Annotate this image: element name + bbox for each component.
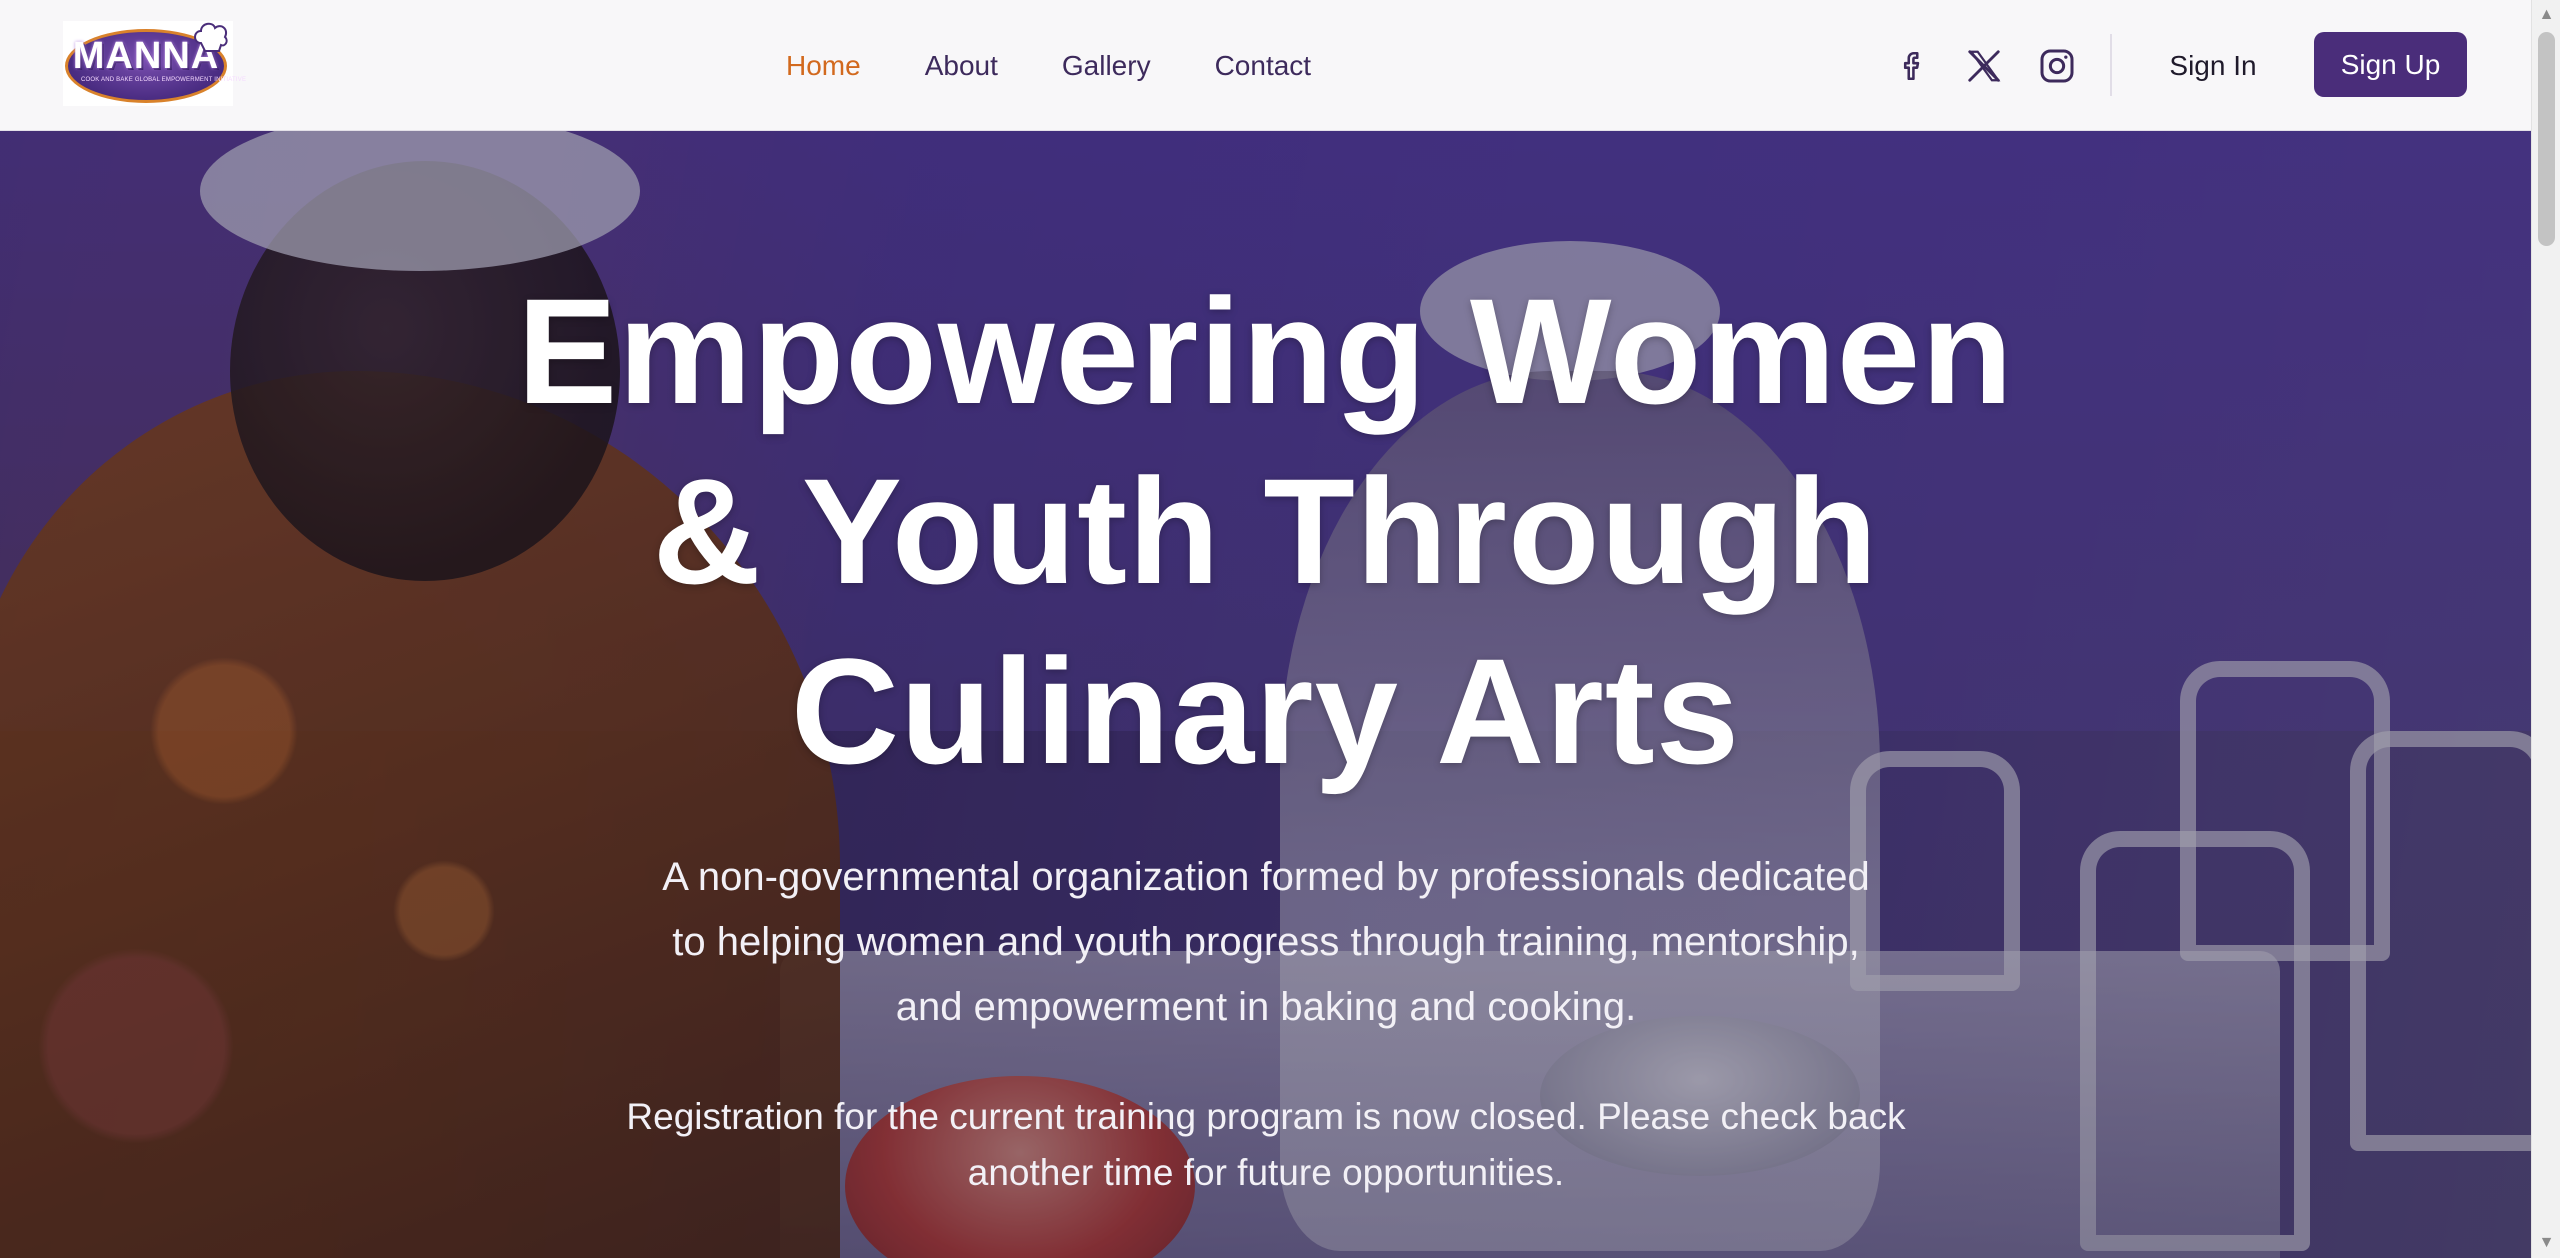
scrollbar-thumb[interactable] xyxy=(2538,32,2555,246)
instagram-icon[interactable] xyxy=(2035,44,2079,88)
navbar: MANNA COOK AND BAKE GLOBAL EMPOWERMENT I… xyxy=(0,0,2531,131)
logo-tagline: COOK AND BAKE GLOBAL EMPOWERMENT INITIAT… xyxy=(81,77,247,83)
hero-title-line: & Youth Through xyxy=(652,447,1879,615)
scroll-down-arrow-icon[interactable]: ▼ xyxy=(2532,1230,2560,1256)
nav-home[interactable]: Home xyxy=(786,46,861,86)
hero-title-line: Empowering Women xyxy=(517,267,2014,435)
facebook-icon[interactable] xyxy=(1891,44,1935,88)
nav-contact[interactable]: Contact xyxy=(1215,46,1312,86)
hero-section: Empowering Women & Youth Through Culinar… xyxy=(0,131,2531,1258)
registration-notice-line: Registration for the current training pr… xyxy=(626,1096,1906,1137)
hero-subtitle-line: A non-governmental organization formed b… xyxy=(662,855,1870,899)
chef-hat-icon xyxy=(194,22,228,52)
sign-up-button[interactable]: Sign Up xyxy=(2314,32,2467,97)
vertical-scrollbar[interactable]: ▲ ▼ xyxy=(2531,0,2560,1258)
main-nav: Home About Gallery Contact xyxy=(786,46,1375,86)
sign-in-button[interactable]: Sign In xyxy=(2148,44,2278,88)
page: MANNA COOK AND BAKE GLOBAL EMPOWERMENT I… xyxy=(0,0,2560,1258)
x-twitter-icon[interactable] xyxy=(1962,44,2006,88)
registration-notice: Registration for the current training pr… xyxy=(570,1089,1962,1201)
nav-divider xyxy=(2110,34,2112,96)
hero-title: Empowering Women & Youth Through Culinar… xyxy=(0,261,2531,801)
scroll-up-arrow-icon[interactable]: ▲ xyxy=(2532,2,2560,28)
hero-subtitle-line: to helping women and youth progress thro… xyxy=(672,920,1860,964)
hero-subtitle: A non-governmental organization formed b… xyxy=(590,845,1942,1040)
hero-title-line: Culinary Arts xyxy=(790,627,1741,795)
hero-subtitle-line: and empowerment in baking and cooking. xyxy=(895,985,1637,1029)
nav-about[interactable]: About xyxy=(925,46,998,86)
nav-gallery[interactable]: Gallery xyxy=(1062,46,1151,86)
logo-link[interactable]: MANNA COOK AND BAKE GLOBAL EMPOWERMENT I… xyxy=(63,21,247,106)
registration-notice-line: another time for future opportunities. xyxy=(967,1152,1565,1193)
